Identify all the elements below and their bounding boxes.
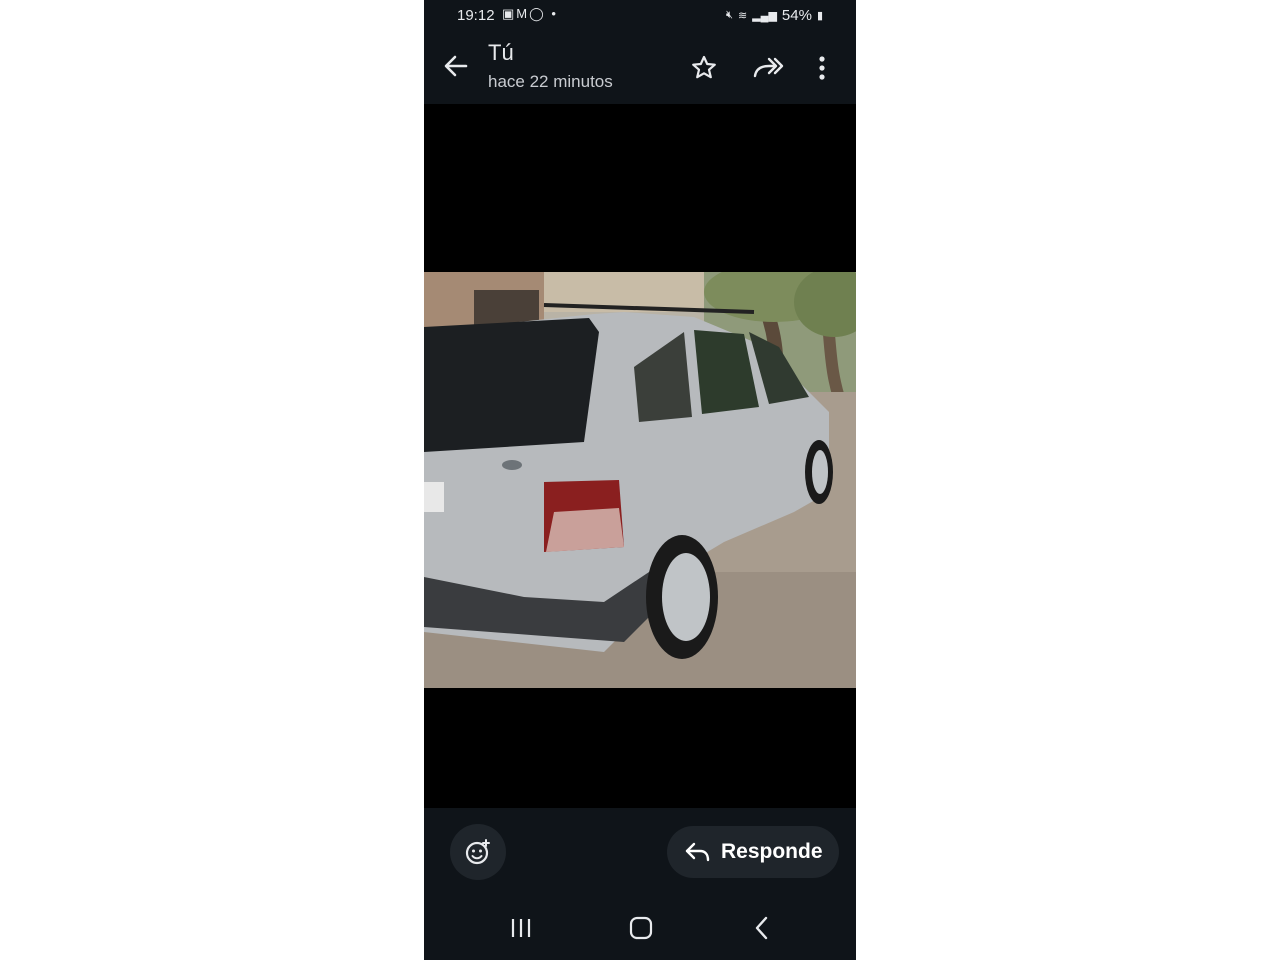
whatsapp-icon: ◯ xyxy=(529,6,546,21)
add-reaction-icon xyxy=(464,838,492,866)
back-icon[interactable] xyxy=(752,915,772,941)
wifi-icon: ≋ xyxy=(737,10,748,22)
system-icons: 🔇︎ ≋ ▂▄▆ 54% ▮ xyxy=(726,7,823,24)
page-title: Tú xyxy=(488,40,514,65)
bottom-action-bar: Responde xyxy=(424,808,856,898)
app-bar: Tú hace 22 minutos xyxy=(424,32,856,104)
more-vert-icon[interactable] xyxy=(816,54,828,82)
battery-label: 54% xyxy=(781,7,812,24)
status-time: 19:12 xyxy=(457,7,495,24)
mute-icon: 🔇︎ xyxy=(726,9,733,21)
recents-icon[interactable] xyxy=(510,917,532,939)
car-photo[interactable] xyxy=(424,272,856,688)
dot-icon: • xyxy=(551,6,558,21)
notification-icons: ▣M◯ • xyxy=(502,6,558,22)
forward-icon[interactable] xyxy=(752,54,784,82)
image-icon: ▣ xyxy=(502,6,517,21)
status-bar: 19:12 ▣M◯ • 🔇︎ ≋ ▂▄▆ 54% ▮ xyxy=(424,0,856,32)
add-reaction-button[interactable] xyxy=(450,824,506,880)
signal-icon: ▂▄▆ xyxy=(752,10,777,22)
battery-icon: ▮ xyxy=(816,10,823,22)
reply-label: Responde xyxy=(721,840,823,863)
gmail-icon: M xyxy=(516,6,530,21)
back-arrow-icon[interactable] xyxy=(442,52,470,80)
reply-icon xyxy=(685,841,711,863)
system-nav-bar xyxy=(424,898,856,960)
image-viewer[interactable] xyxy=(424,104,856,808)
phone-screen: 19:12 ▣M◯ • 🔇︎ ≋ ▂▄▆ 54% ▮ Tú hace 22 mi… xyxy=(424,0,856,960)
star-icon[interactable] xyxy=(690,54,718,82)
reply-button[interactable]: Responde xyxy=(667,826,839,878)
timestamp: hace 22 minutos xyxy=(488,72,613,91)
home-icon[interactable] xyxy=(629,916,653,940)
